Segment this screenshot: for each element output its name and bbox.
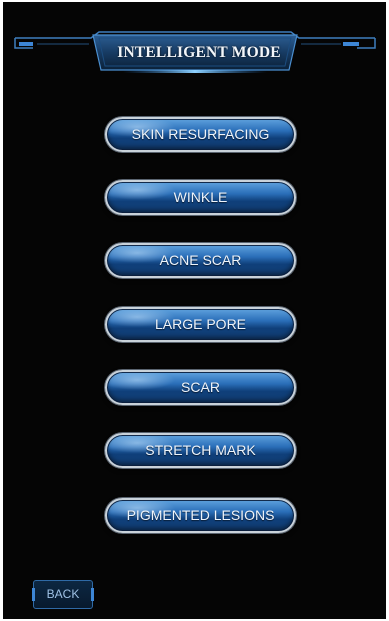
intelligent-mode-screen: INTELLIGENT MODE SKIN RESURFACING WINKLE… (3, 2, 386, 619)
scar-button[interactable]: SCAR (105, 370, 296, 405)
button-label: PIGMENTED LESIONS (126, 507, 275, 523)
pigmented-lesions-button[interactable]: PIGMENTED LESIONS (105, 498, 296, 533)
back-button-label: BACK (46, 587, 80, 601)
button-label: SCAR (181, 379, 220, 395)
button-label: SKIN RESURFACING (131, 126, 270, 142)
stretch-mark-button[interactable]: STRETCH MARK (105, 433, 296, 468)
button-label: STRETCH MARK (145, 442, 256, 458)
acne-scar-button[interactable]: ACNE SCAR (105, 243, 296, 278)
winkle-button[interactable]: WINKLE (105, 180, 296, 215)
button-label: LARGE PORE (154, 316, 247, 332)
mode-menu: SKIN RESURFACING WINKLE ACNE SCAR LARGE … (3, 2, 386, 619)
skin-resurfacing-button[interactable]: SKIN RESURFACING (105, 117, 296, 152)
button-label: WINKLE (173, 189, 228, 205)
back-button[interactable]: BACK (32, 580, 94, 609)
large-pore-button[interactable]: LARGE PORE (105, 307, 296, 342)
button-label: ACNE SCAR (159, 252, 242, 268)
